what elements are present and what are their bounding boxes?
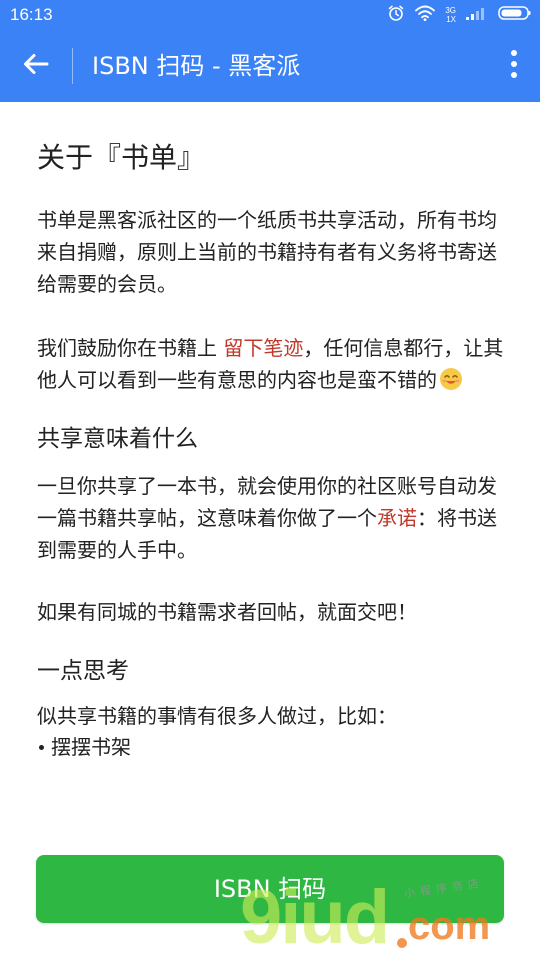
network-type-top: 3G (445, 6, 456, 15)
network-type-bottom: 1X (446, 15, 456, 24)
list-item-label: 摆摆书架 (51, 735, 131, 759)
heading-about: 关于『书单』 (37, 141, 206, 174)
paragraph-same-city: 如果有同城的书籍需求者回帖，就面交吧！ (37, 600, 417, 624)
paragraph-encourage: 我们鼓励你在书籍上 留下笔迹，任何信息都行，让其他人可以看到一些有意思的内容也是… (37, 332, 507, 400)
paragraph-intro: 书单是黑客派社区的一个纸质书共享活动，所有书均来自捐赠，原则上当前的书籍持有者有… (37, 208, 497, 296)
app-bar: ISBN 扫码 - 黑客派 (0, 30, 540, 102)
status-time: 16:13 (10, 5, 53, 24)
status-icons: 3G 1X (387, 5, 532, 25)
network-type-label: 3G 1X (445, 6, 456, 24)
smiling-face-icon (439, 367, 463, 400)
paragraph-encourage-text-1: 我们鼓励你在书籍上 (37, 336, 224, 360)
heading-thoughts: 一点思考 (37, 658, 129, 684)
app-bar-divider (72, 48, 73, 84)
more-menu-button[interactable] (502, 42, 526, 90)
bullet-dot (39, 744, 44, 750)
list-item: 摆摆书架 (37, 732, 507, 762)
arrow-left-icon (22, 52, 50, 80)
heading-share-meaning: 共享意味着什么 (37, 426, 198, 452)
signal-icon (466, 6, 488, 25)
wifi-icon (415, 5, 436, 25)
highlight-leave-notes: 留下笔迹 (223, 336, 304, 360)
article-content: 关于『书单』 书单是黑客派社区的一个纸质书共享活动，所有书均来自捐赠，原则上当前… (37, 102, 507, 762)
status-bar: 16:13 3G 1X (0, 0, 540, 30)
more-vertical-icon (510, 49, 518, 83)
back-button[interactable] (12, 42, 60, 90)
page-title: ISBN 扫码 - 黑客派 (92, 52, 301, 80)
paragraph-thoughts: 似共享书籍的事情有很多人做过，比如： (37, 704, 397, 728)
paragraph-share: 一旦你共享了一本书，就会使用你的社区账号自动发一篇书籍共享帖，这意味着你做了一个… (37, 470, 507, 566)
isbn-scan-button[interactable]: ISBN 扫码 (36, 855, 504, 923)
alarm-icon (387, 4, 405, 26)
watermark-dot (397, 938, 407, 948)
highlight-promise: 承诺 (377, 506, 417, 530)
battery-icon (498, 5, 532, 25)
